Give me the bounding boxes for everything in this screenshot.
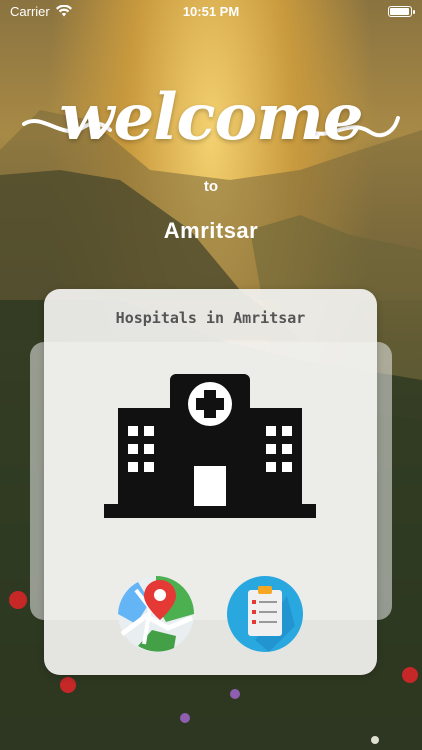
welcome-heading: welcome: [59, 80, 363, 155]
list-button[interactable]: [225, 574, 305, 654]
hospitals-card[interactable]: Hospitals in Amritsar: [44, 289, 377, 675]
status-bar: Carrier 10:51 PM: [0, 0, 422, 22]
map-button[interactable]: [116, 574, 196, 654]
card-title: Hospitals in Amritsar: [115, 309, 306, 327]
status-time: 10:51 PM: [182, 3, 240, 19]
battery-fill: [390, 7, 409, 15]
city-name: Amritsar: [163, 218, 259, 243]
battery-icon: [388, 5, 415, 17]
clipboard-list-icon: [227, 576, 303, 652]
to-label: to: [203, 178, 219, 195]
map-pin-icon: [118, 576, 194, 652]
hospital-building-icon: [104, 374, 316, 518]
